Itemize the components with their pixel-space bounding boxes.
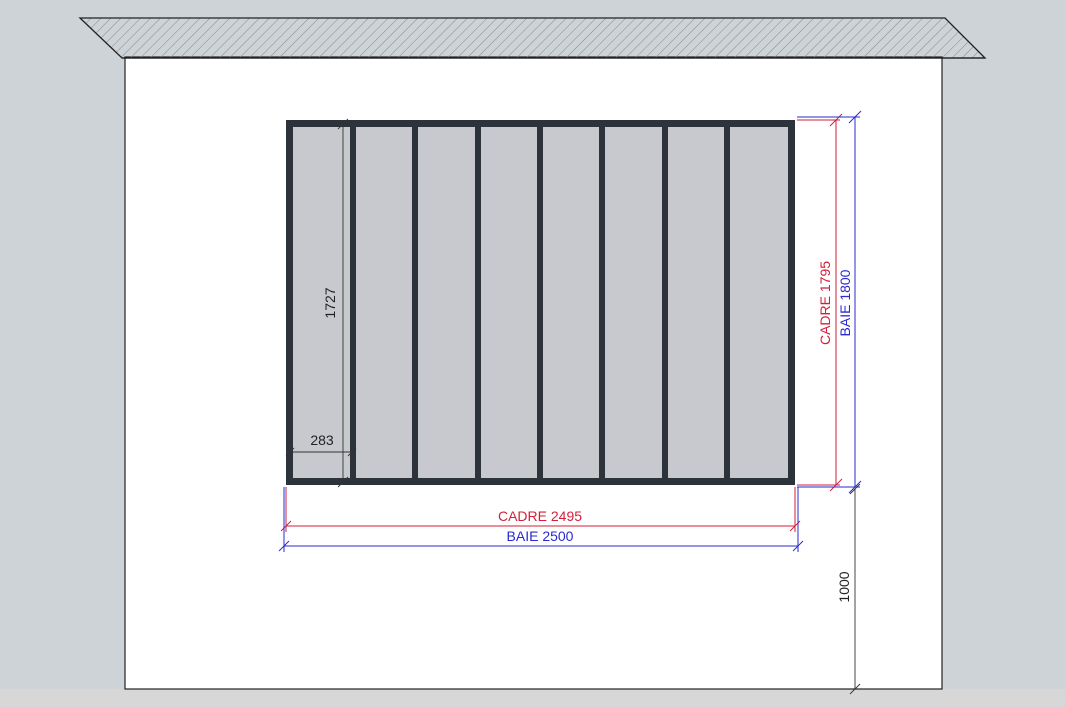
glass-pane [543, 127, 599, 478]
sill-height-label: 1000 [836, 571, 852, 602]
baie-height-label: BAIE 1800 [837, 269, 853, 336]
roof-cap [78, 17, 987, 59]
ground-strip [0, 689, 1065, 707]
glass-pane [481, 127, 537, 478]
cadre-height-label: CADRE 1795 [817, 261, 833, 345]
glass-pane [668, 127, 724, 478]
glass-pane [356, 127, 412, 478]
panel-width-label: 283 [310, 432, 334, 448]
glass-pane [730, 127, 788, 478]
panel-height-label: 1727 [322, 287, 338, 318]
elevation-drawing: 1727 283 CADRE 1795 BAIE 1800 CADRE 2495 [0, 17, 1065, 707]
cadre-width-label: CADRE 2495 [498, 508, 582, 524]
glass-pane [418, 127, 475, 478]
baie-width-label: BAIE 2500 [507, 528, 574, 544]
glass-pane [605, 127, 662, 478]
